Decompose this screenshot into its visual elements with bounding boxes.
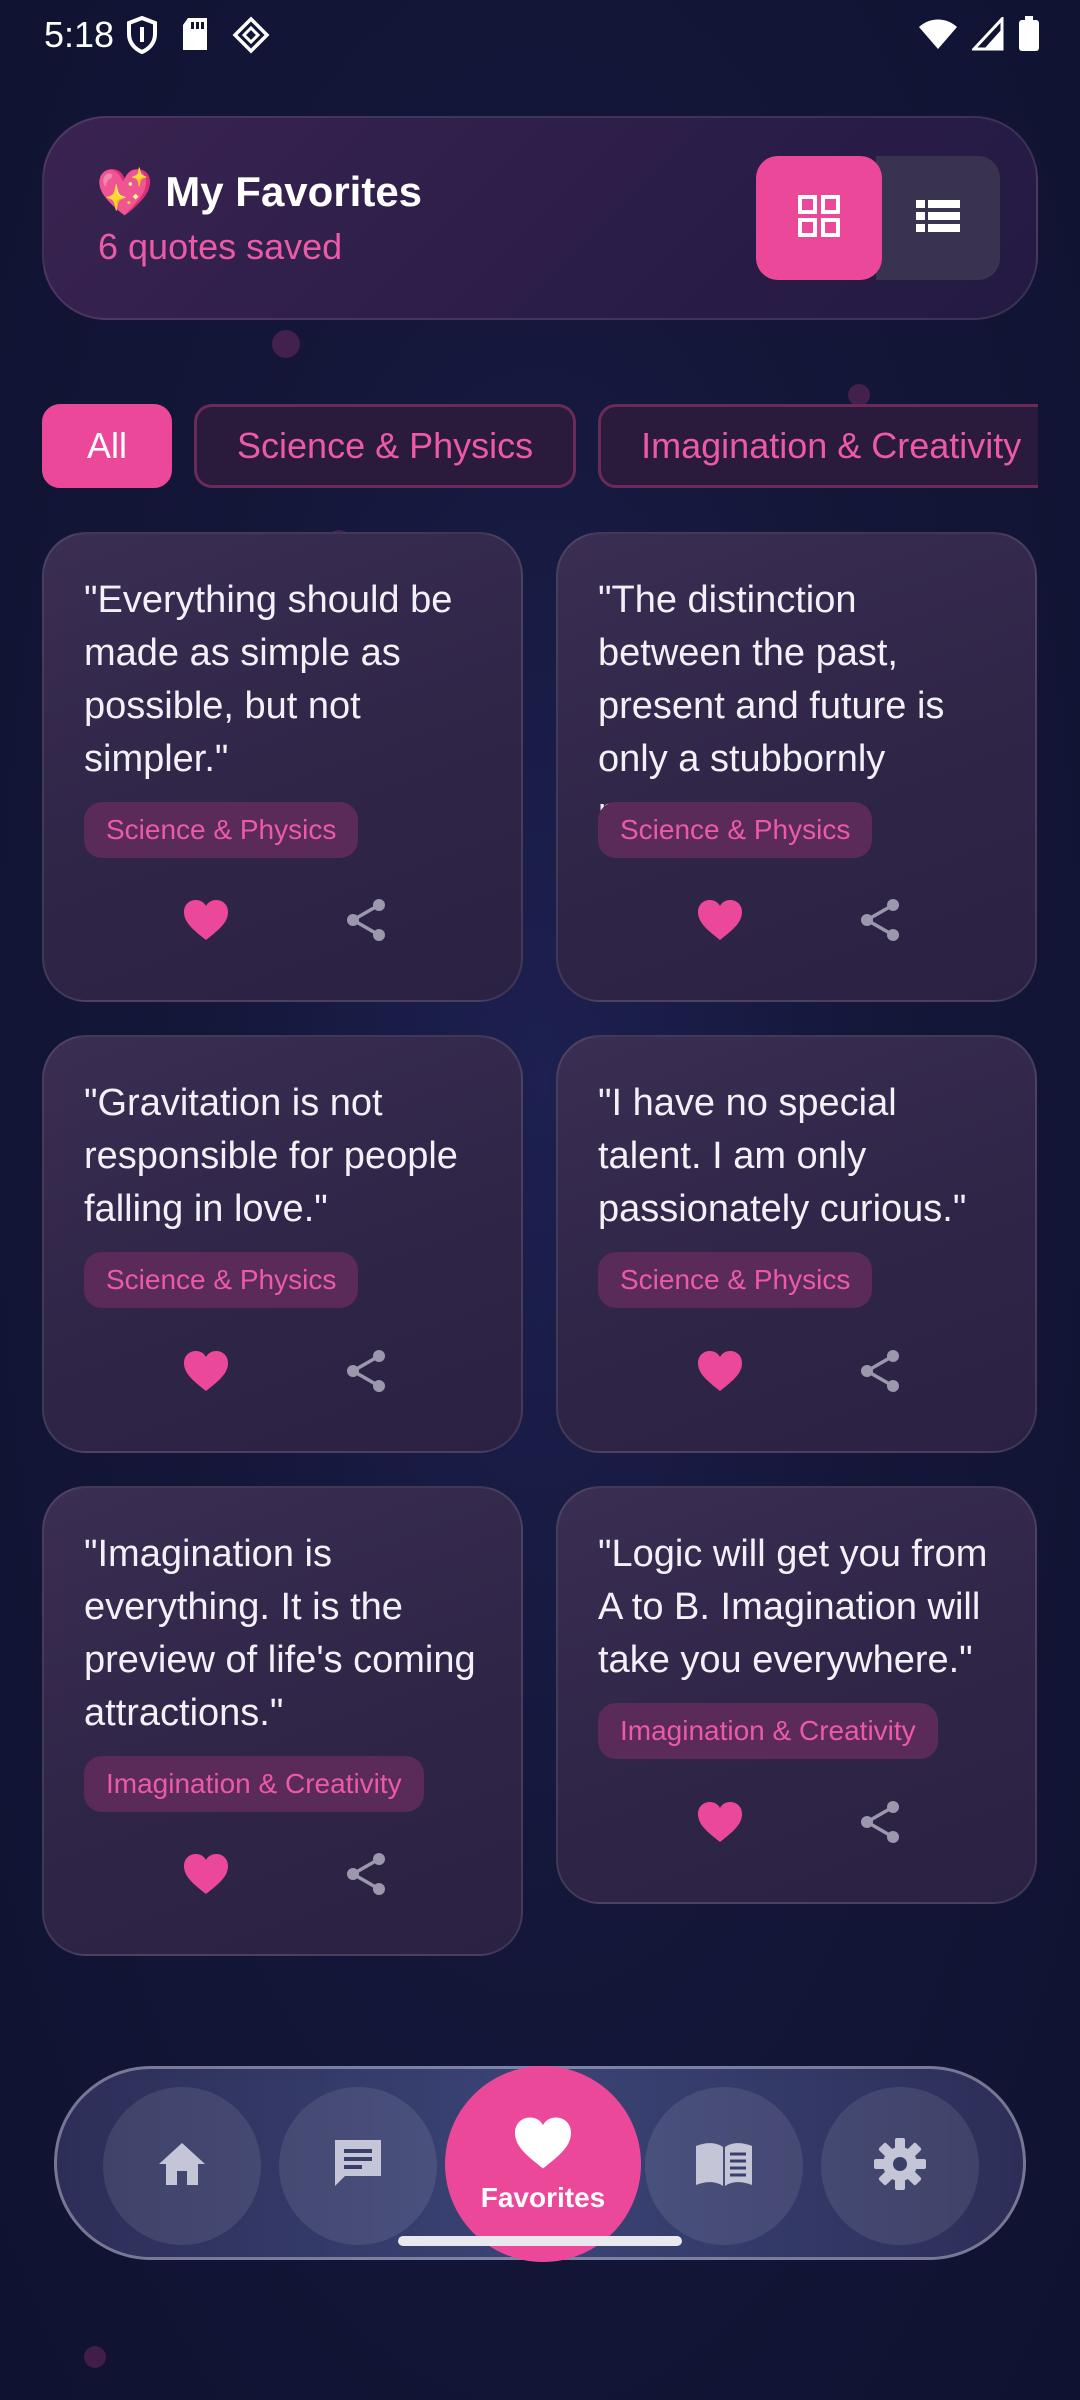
nav-favorites-label: Favorites: [480, 2181, 606, 2213]
diamond-icon: [232, 16, 270, 59]
favorites-screen: 5:18 💖 My Favorites 6 quotes saved All S…: [0, 0, 1080, 2400]
grid-view-button[interactable]: [756, 156, 882, 280]
sd-card-icon: [180, 16, 210, 59]
chip-imagination-creativity[interactable]: Imagination & Creativity: [598, 404, 1038, 488]
category-filter-chips: All Science & Physics Imagination & Crea…: [42, 404, 1038, 490]
chip-all[interactable]: All: [42, 404, 173, 488]
favorite-heart-icon[interactable]: [692, 1343, 748, 1399]
chat-icon: [331, 2138, 385, 2195]
decor-dot: [848, 384, 870, 406]
favorite-heart-icon[interactable]: [692, 892, 748, 948]
favorites-header-card: 💖 My Favorites 6 quotes saved: [42, 116, 1038, 320]
category-tag: Science & Physics: [84, 1252, 359, 1308]
nav-chat[interactable]: [279, 2087, 437, 2245]
quote-card[interactable]: "I have no special talent. I am only pas…: [556, 1035, 1037, 1453]
category-tag: Science & Physics: [598, 1252, 873, 1308]
home-icon: [157, 2141, 207, 2192]
category-tag: Imagination & Creativity: [598, 1703, 938, 1759]
quote-card[interactable]: "Gravitation is not responsible for peop…: [42, 1035, 523, 1453]
status-bar: 5:18: [0, 0, 1080, 72]
wifi-icon: [918, 17, 958, 56]
category-tag: Science & Physics: [84, 802, 359, 858]
quote-text: "Imagination is everything. It is the pr…: [84, 1533, 476, 1734]
book-icon: [694, 2140, 754, 2193]
share-icon[interactable]: [852, 1343, 908, 1399]
category-tag: Science & Physics: [598, 802, 873, 858]
grid-view-icon: [797, 194, 841, 243]
decor-dot: [272, 330, 300, 358]
quote-text: "Gravitation is not responsible for peop…: [84, 1082, 458, 1230]
quote-card[interactable]: "Everything should be made as simple as …: [42, 532, 523, 1002]
quote-text: "Logic will get you from A to B. Imagina…: [598, 1533, 988, 1681]
saved-count: 6 quotes saved: [98, 226, 343, 267]
list-view-icon: [916, 198, 960, 239]
status-time: 5:18: [44, 14, 115, 55]
share-icon[interactable]: [338, 892, 394, 948]
cell-signal-icon: [970, 15, 1004, 56]
nav-favorites[interactable]: Favorites: [445, 2066, 641, 2262]
quote-text: "The distinction between the past, prese…: [598, 579, 945, 833]
favorite-heart-icon[interactable]: [692, 1794, 748, 1850]
share-icon[interactable]: [852, 1794, 908, 1850]
favorite-heart-icon[interactable]: [178, 1343, 234, 1399]
quote-card[interactable]: "Imagination is everything. It is the pr…: [42, 1486, 523, 1956]
nav-library[interactable]: [645, 2087, 803, 2245]
quote-card[interactable]: "Logic will get you from A to B. Imagina…: [556, 1486, 1037, 1904]
sparkling-heart-icon: 💖: [96, 166, 154, 218]
quote-card[interactable]: "The distinction between the past, prese…: [556, 532, 1037, 1002]
share-icon[interactable]: [338, 1343, 394, 1399]
share-icon[interactable]: [852, 892, 908, 948]
settings-icon: [873, 2137, 927, 2196]
shield-icon: [126, 15, 158, 59]
quote-text: "Everything should be made as simple as …: [84, 579, 453, 780]
category-tag: Imagination & Creativity: [84, 1756, 424, 1812]
battery-icon: [1018, 16, 1040, 57]
favorite-heart-icon[interactable]: [178, 1846, 234, 1902]
bottom-navigation: Favorites: [54, 2066, 1026, 2262]
nav-settings[interactable]: [821, 2087, 979, 2245]
favorites-icon: [512, 2115, 574, 2176]
chip-science-physics[interactable]: Science & Physics: [194, 404, 577, 488]
quote-text: "I have no special talent. I am only pas…: [598, 1082, 967, 1230]
list-view-button[interactable]: [876, 156, 1000, 280]
home-indicator[interactable]: [398, 2236, 682, 2246]
share-icon[interactable]: [338, 1846, 394, 1902]
page-title: My Favorites: [165, 168, 423, 215]
nav-home[interactable]: [103, 2087, 261, 2245]
favorite-heart-icon[interactable]: [178, 892, 234, 948]
view-toggle: [756, 156, 1000, 280]
decor-dot: [84, 2346, 106, 2368]
